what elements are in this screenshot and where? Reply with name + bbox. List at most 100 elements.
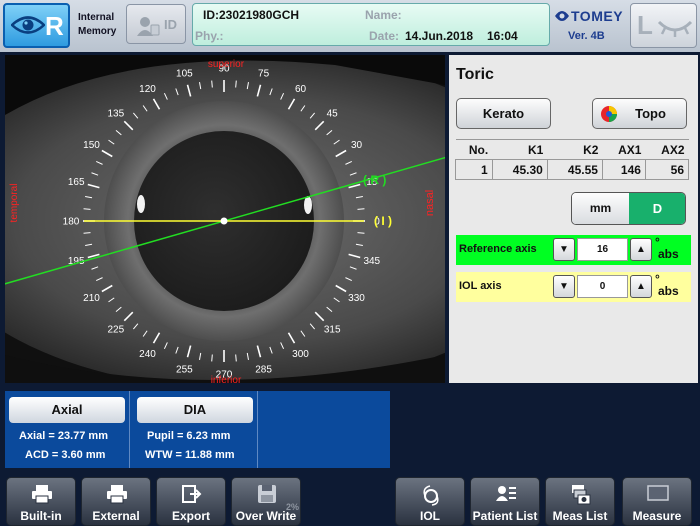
export-label: Export — [171, 509, 210, 523]
brand-name: TOMEY — [571, 8, 624, 24]
table-cell: 45.30 — [491, 159, 548, 180]
name-label: Name: — [365, 8, 402, 22]
pupil-value: Pupil = 6.23 mm — [147, 430, 231, 442]
ring-tick-label: 60 — [295, 84, 307, 95]
table-cell: 1 — [455, 159, 493, 180]
memory-line-1: Internal — [78, 12, 115, 23]
measure-button[interactable]: Measure — [622, 477, 692, 526]
reference-axis-value[interactable]: 16 — [577, 238, 628, 261]
eye-icon — [11, 16, 45, 34]
reference-axis-increment[interactable]: ▲ — [630, 238, 652, 261]
bottom-toolbar: Built-in External Export 2% Over Write I… — [0, 474, 700, 526]
topography-map-icon — [601, 106, 617, 122]
ring-tick-label: 345 — [363, 256, 380, 267]
builtin-label: Built-in — [20, 509, 62, 523]
eye-image-view[interactable]: 0 15 30 45 60 75 90 105 120 135 150 165 180 195 210 225… — [5, 55, 445, 383]
ring-tick-label: 150 — [83, 140, 100, 151]
monitor-icon — [647, 485, 669, 501]
left-eye-button[interactable]: L — [630, 3, 697, 48]
version-label: Ver. 4B — [568, 30, 605, 42]
center-point — [220, 217, 228, 225]
ring-tick-label: 210 — [83, 293, 100, 304]
reference-axis-row: Reference axis ▼ 16 ▲ ° abs — [456, 235, 691, 265]
builtin-printer-button[interactable]: Built-in — [6, 477, 76, 526]
patient-list-icon — [496, 486, 516, 501]
overwrite-button[interactable]: 2% Over Write — [231, 477, 301, 526]
ring-tick-label: 105 — [176, 69, 193, 80]
triangle-down-icon: ▼ — [559, 281, 569, 292]
ring-tick-label: 300 — [292, 349, 309, 360]
abs-label: abs — [658, 284, 679, 298]
date-value: 14.Jun.2018 — [405, 29, 474, 43]
export-button[interactable]: Export — [156, 477, 226, 526]
axial-button[interactable]: Axial — [9, 397, 125, 423]
ring-tick-label: 165 — [68, 177, 85, 188]
ring-tick-label: 135 — [107, 108, 124, 119]
table-header-cell: K1 — [492, 139, 548, 160]
iol-axis-decrement[interactable]: ▼ — [553, 275, 575, 298]
external-printer-button[interactable]: External — [81, 477, 151, 526]
measure-label: Measure — [632, 509, 682, 523]
unit-mm-button[interactable]: mm — [572, 193, 629, 224]
ring-tick — [357, 208, 365, 210]
triangle-up-icon: ▲ — [636, 244, 646, 255]
ring-tick-label: 75 — [258, 69, 270, 80]
superior-label: superior — [208, 59, 245, 70]
left-eye-label: L — [637, 10, 653, 40]
iol-axis-marker: ( I ) — [374, 214, 392, 228]
memory-line-2: Memory — [78, 26, 117, 37]
toric-title: Toric — [456, 66, 494, 83]
ring-tick-label: 180 — [63, 217, 80, 228]
patient-info-box[interactable]: ID:23021980GCH Name: Phy.: Date: 14.Jun.… — [192, 3, 550, 46]
iol-axis-value[interactable]: 0 — [577, 275, 628, 298]
ring-tick-label: 30 — [351, 140, 363, 151]
table-header-cell: AX1 — [602, 139, 646, 160]
ring-tick-label: 120 — [139, 84, 156, 95]
toric-panel: Toric Kerato Topo No. K1 K2 AX1 AX2 1 45… — [449, 55, 698, 383]
abs-label: abs — [658, 247, 679, 261]
ring-tick — [235, 354, 237, 362]
tomey-logo-icon — [555, 11, 569, 21]
unit-d-button[interactable]: D — [629, 193, 685, 224]
overwrite-label: Over Write — [235, 509, 297, 523]
table-row[interactable]: 1 45.30 45.55 146 56 — [455, 159, 690, 180]
ring-tick — [211, 354, 213, 362]
triangle-up-icon: ▲ — [636, 281, 646, 292]
wtw-value: WTW = 11.88 mm — [145, 449, 235, 461]
ring-tick-label: 225 — [107, 325, 124, 336]
iol-axis-increment[interactable]: ▲ — [630, 275, 652, 298]
physician-label: Phy.: — [195, 29, 224, 43]
measurement-bar: Axial Axial = 23.77 mm ACD = 3.60 mm DIA… — [5, 391, 390, 468]
ring-tick-label: 285 — [255, 364, 272, 375]
right-eye-button[interactable]: R — [3, 3, 70, 48]
iol-button[interactable]: IOL — [395, 477, 465, 526]
reference-axis-label: Reference axis — [459, 243, 537, 255]
brand-logo: TOMEY Ver. 4B — [554, 6, 626, 46]
triangle-down-icon: ▼ — [559, 244, 569, 255]
patient-list-label: Patient List — [472, 509, 538, 523]
table-header-cell: AX2 — [645, 139, 689, 160]
meas-list-button[interactable]: Meas List — [545, 477, 615, 526]
meas-list-icon — [572, 485, 591, 505]
unit-toggle: mm D — [571, 192, 686, 225]
table-cell: 56 — [644, 159, 690, 180]
id-label: ID — [164, 17, 177, 32]
patient-list-button[interactable]: Patient List — [470, 477, 540, 526]
reference-axis-decrement[interactable]: ▼ — [553, 238, 575, 261]
right-eye-label: R — [45, 11, 64, 41]
keratometry-table-header: No. K1 K2 AX1 AX2 — [455, 139, 689, 160]
ring-tick-label: 330 — [348, 293, 365, 304]
panel-divider — [129, 391, 130, 468]
dia-button[interactable]: DIA — [137, 397, 253, 423]
closed-eye-icon — [657, 20, 693, 37]
time-value: 16:04 — [487, 29, 518, 43]
ring-tick — [83, 232, 91, 234]
meas-list-label: Meas List — [552, 509, 608, 523]
topo-button[interactable]: Topo — [592, 98, 687, 129]
reference-axis-marker: ( R ) — [363, 173, 386, 187]
kerato-button[interactable]: Kerato — [456, 98, 551, 129]
id-button[interactable]: ID — [126, 4, 186, 44]
ring-tick-label: 240 — [139, 349, 156, 360]
ring-tick — [235, 80, 237, 88]
dia-panel: DIA Pupil = 6.23 mm WTW = 11.88 mm — [133, 391, 261, 468]
